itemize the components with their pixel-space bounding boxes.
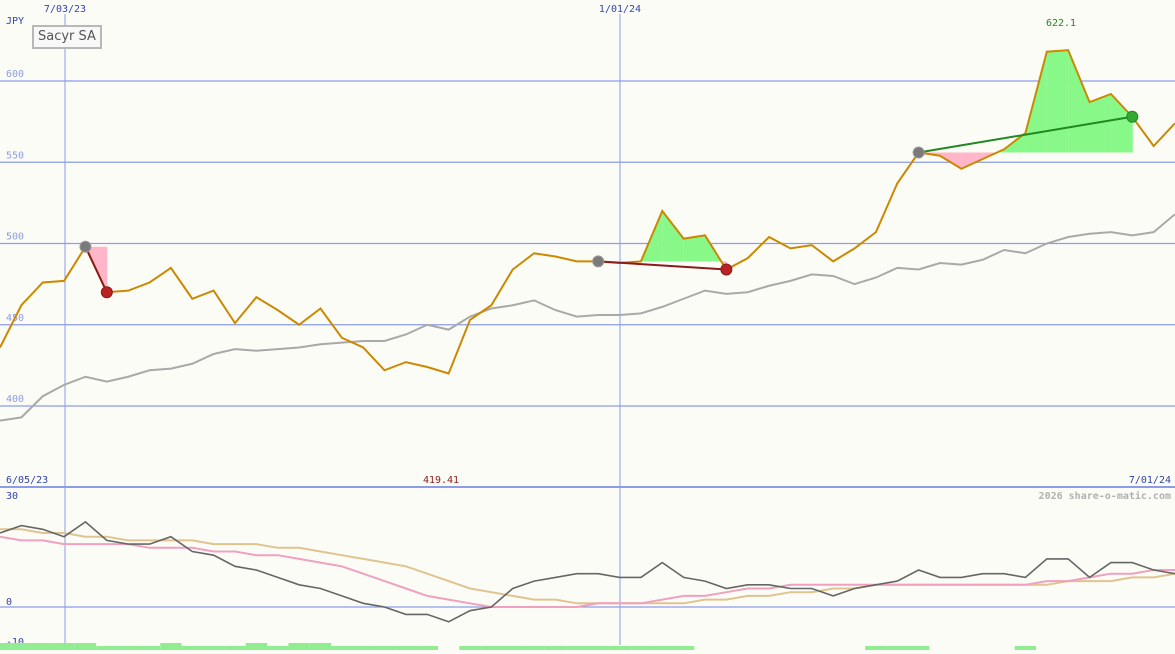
- osc-bar: [74, 643, 97, 650]
- osc-bar: [459, 646, 481, 650]
- currency-label: JPY: [6, 16, 24, 27]
- osc-bar: [32, 643, 54, 650]
- osc-bar: [160, 643, 182, 650]
- osc-bar: [245, 643, 268, 650]
- range-end-label: 7/01/24: [1129, 475, 1171, 486]
- osc-bar: [416, 646, 438, 650]
- osc-bar: [651, 646, 673, 650]
- low-annotation: 419.41: [423, 475, 459, 486]
- trade-exit-marker: [720, 263, 733, 276]
- trade-entry-marker: [912, 146, 925, 159]
- high-annotation: 622.1: [1046, 18, 1076, 29]
- osc-bar: [202, 646, 225, 650]
- chart-stage: 400 450 500 550 600 7/03/23 1/01/24 JPY 622.1 419…: [0, 0, 1175, 650]
- osc-bar: [630, 646, 652, 650]
- trade-entry-marker: [79, 240, 92, 253]
- osc-bar: [907, 646, 930, 650]
- osc-ytick-label: 0: [6, 597, 12, 608]
- credit-label: 2026 share-o-matic.com: [1039, 490, 1171, 502]
- top-date-label: 1/01/24: [599, 4, 641, 15]
- osc-bar: [865, 646, 887, 650]
- top-date-label: 7/03/23: [44, 4, 86, 15]
- trade-exit-marker: [100, 286, 113, 299]
- main-ytick-label: 550: [6, 150, 24, 161]
- trade-exit-marker: [1126, 110, 1139, 123]
- osc-bar: [672, 646, 695, 650]
- chart-title: Sacyr SA: [32, 25, 102, 49]
- main-ytick-label: 500: [6, 232, 24, 243]
- main-ytick-label: 600: [6, 69, 24, 80]
- osc-bar: [373, 646, 396, 650]
- osc-bar: [544, 646, 567, 650]
- osc-bar: [1014, 646, 1037, 650]
- osc-bar: [0, 643, 11, 650]
- osc-bar: [331, 646, 353, 650]
- osc-bar: [395, 646, 417, 650]
- osc-bar: [267, 646, 289, 650]
- gain-area: [1046, 50, 1069, 153]
- osc-bar: [480, 646, 503, 650]
- osc-bar: [10, 643, 33, 650]
- osc-bar: [117, 646, 139, 650]
- osc-bar: [96, 646, 118, 650]
- osc-bar: [224, 646, 246, 650]
- main-ytick-label: 400: [6, 394, 24, 405]
- range-start-label: 6/05/23: [6, 475, 48, 486]
- osc-bar: [288, 643, 310, 650]
- osc-bar: [886, 646, 908, 650]
- osc-bar: [502, 646, 524, 650]
- trade-entry-marker: [592, 255, 605, 268]
- osc-bar: [352, 646, 374, 650]
- osc-bar: [181, 646, 203, 650]
- osc-bar: [309, 643, 332, 650]
- osc-bar: [53, 643, 75, 650]
- osc-bar: [566, 646, 588, 650]
- osc-bar: [608, 646, 631, 650]
- osc-bar: [138, 646, 161, 650]
- osc-ytick-label: 30: [6, 491, 18, 502]
- gain-area: [683, 235, 705, 262]
- osc-bar: [587, 646, 609, 650]
- chart-canvas: 4004505005506007/03/23 1/01/24JPY 622.1419…: [0, 0, 1175, 650]
- osc-bar: [523, 646, 545, 650]
